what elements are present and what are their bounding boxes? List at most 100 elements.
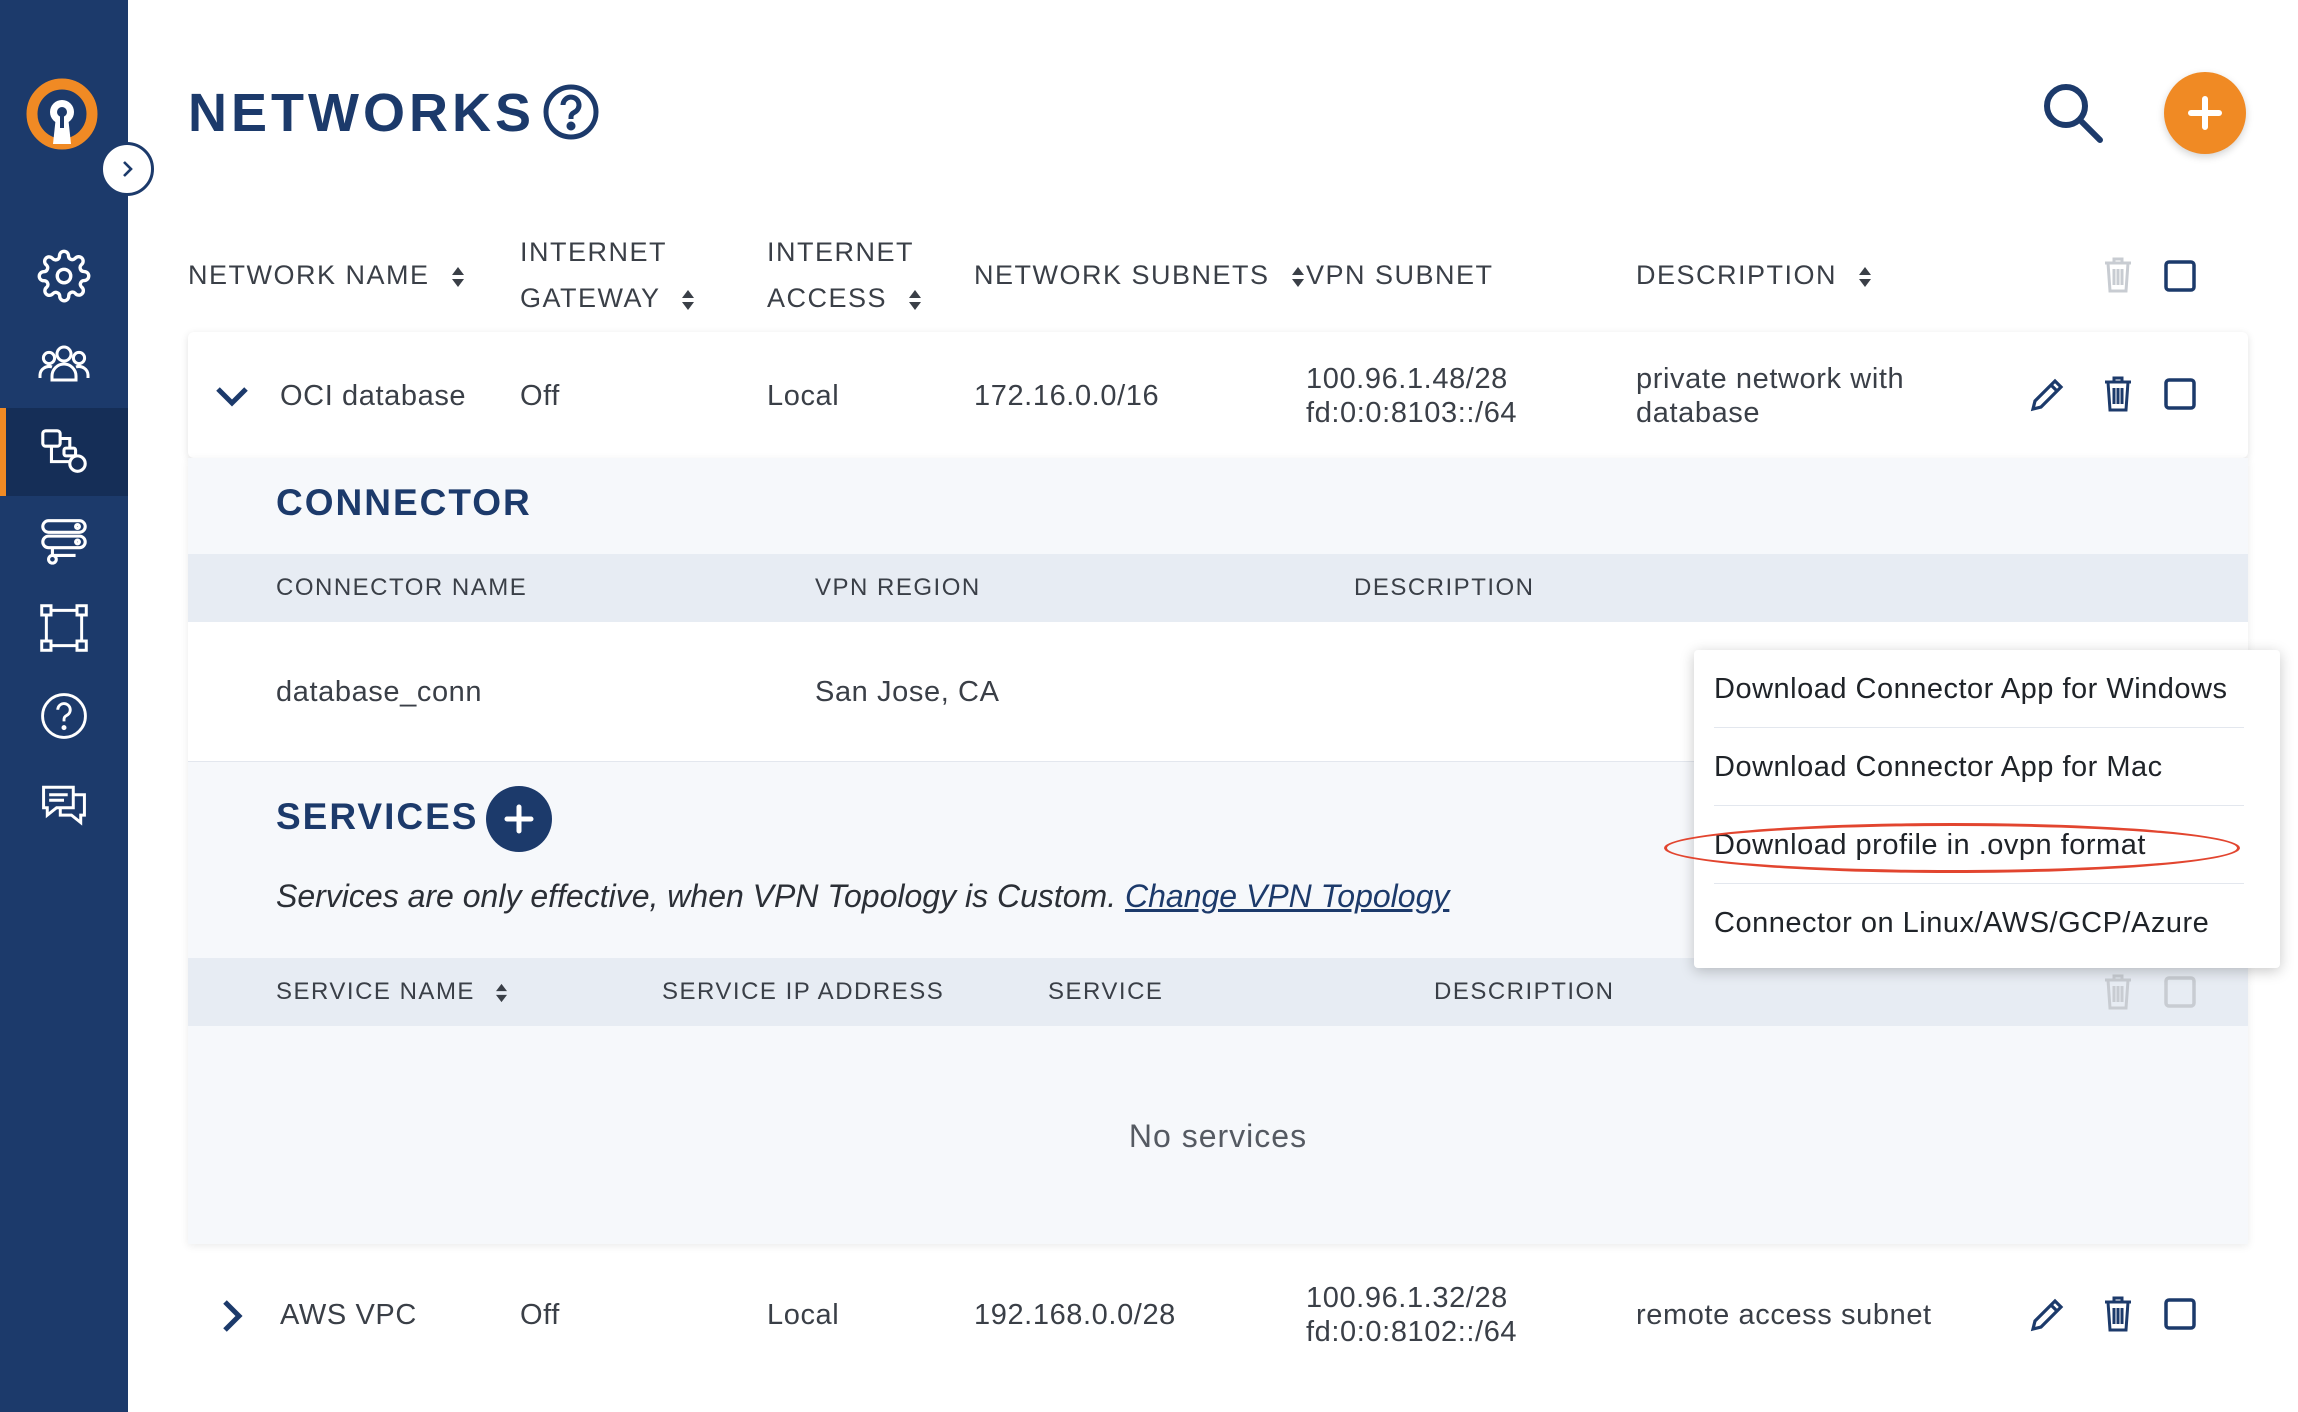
services-bulk-delete-button[interactable]	[2098, 970, 2138, 1014]
help-icon[interactable]	[542, 83, 600, 141]
delete-button[interactable]	[2098, 1292, 2138, 1336]
col-internet-gateway[interactable]: INTERNET GATEWAY	[520, 229, 695, 321]
col-connector-name: CONNECTOR NAME	[276, 574, 528, 601]
menu-item-download-mac[interactable]: Download Connector App for Mac	[1714, 728, 2244, 806]
internet-gateway: Off	[520, 1299, 560, 1331]
services-table-header: SERVICE NAME SERVICE IP ADDRESS SERVICE …	[188, 958, 2248, 1026]
vpn-subnet: 100.96.1.32/28 fd:0:0:8102::/64	[1306, 1281, 1517, 1349]
col-network-name-label: NETWORK NAME	[188, 260, 430, 290]
menu-item-connector-linux[interactable]: Connector on Linux/AWS/GCP/Azure	[1714, 884, 2244, 962]
sort-icon	[1859, 266, 1872, 287]
pencil-icon	[2030, 1298, 2064, 1332]
network-subnets: 172.16.0.0/16	[974, 380, 1160, 412]
col-internet-access[interactable]: INTERNET ACCESS	[767, 229, 922, 321]
network-name: AWS VPC	[280, 1299, 417, 1331]
description: remote access subnet	[1636, 1299, 1932, 1331]
row-checkbox[interactable]	[2160, 1294, 2200, 1334]
empty-state: No services	[1128, 1118, 1308, 1154]
table-row[interactable]: AWS VPC Off Local 192.168.0.0/28 100.96.…	[188, 1252, 2248, 1378]
edit-button[interactable]	[2026, 372, 2070, 416]
sidebar-item-gateways[interactable]	[0, 496, 128, 584]
internet-access: Local	[767, 380, 840, 412]
vpn-subnet-ipv4: 100.96.1.48/28	[1306, 363, 1508, 395]
bulk-delete-button[interactable]	[2098, 252, 2138, 298]
network-subnets: 192.168.0.0/28	[974, 1299, 1176, 1331]
expand-row-button[interactable]	[212, 1294, 252, 1338]
trash-icon	[2105, 1296, 2131, 1332]
description-line-1: private network with	[1636, 363, 1905, 395]
col-vpn-subnet: VPN SUBNET	[1306, 260, 1494, 290]
checkbox-icon	[2164, 260, 2196, 292]
search-icon	[2044, 84, 2103, 143]
users-icon	[38, 345, 90, 382]
vpn-subnet-ipv4: 100.96.1.32/28	[1306, 1282, 1508, 1314]
add-service-button[interactable]	[486, 786, 552, 852]
chevron-right-icon	[123, 161, 133, 177]
trash-icon	[2105, 974, 2131, 1010]
trash-icon	[2105, 376, 2131, 412]
sort-icon	[909, 289, 922, 310]
vpn-subnet: 100.96.1.48/28 fd:0:0:8103::/64	[1306, 362, 1517, 430]
sort-icon	[1291, 266, 1304, 287]
plus-icon	[504, 804, 534, 834]
topology-icon	[40, 604, 88, 652]
connector-table-header: CONNECTOR NAME VPN REGION DESCRIPTION	[188, 554, 2248, 622]
col-internet-gateway-label-1: INTERNET	[520, 237, 667, 267]
connector-name: database_conn	[276, 676, 483, 708]
services-note: Services are only effective, when VPN To…	[276, 878, 1449, 915]
sidebar	[0, 0, 128, 1412]
sort-icon	[682, 289, 695, 310]
col-internet-access-label-2: ACCESS	[767, 283, 888, 313]
page-title: NETWORKS	[188, 83, 535, 143]
col-internet-access-label-1: INTERNET	[767, 237, 914, 267]
help-icon	[41, 693, 87, 739]
sidebar-item-help[interactable]	[0, 672, 128, 760]
network-name: OCI database	[280, 380, 467, 412]
menu-item-download-windows[interactable]: Download Connector App for Windows	[1714, 650, 2244, 728]
add-network-button[interactable]	[2164, 72, 2246, 154]
chevron-down-icon	[216, 387, 248, 407]
collapse-row-button[interactable]	[212, 376, 252, 416]
checkbox-icon	[2164, 1298, 2196, 1330]
internet-access: Local	[767, 1299, 840, 1331]
col-network-name[interactable]: NETWORK NAME	[188, 252, 465, 298]
description-line-2: database	[1636, 397, 1761, 429]
sidebar-item-users[interactable]	[0, 320, 128, 408]
table-row[interactable]: OCI database Off Local 172.16.0.0/16 100…	[188, 332, 2248, 458]
col-service-name[interactable]: SERVICE NAME	[276, 958, 508, 1026]
sort-icon	[451, 266, 464, 287]
services-section-title: SERVICES	[276, 796, 479, 837]
network-icon	[41, 429, 87, 473]
pencil-icon	[2030, 378, 2064, 412]
delete-button[interactable]	[2098, 372, 2138, 416]
sidebar-expand-button[interactable]	[100, 142, 154, 196]
highlight-annotation	[1664, 823, 2240, 873]
col-description[interactable]: DESCRIPTION	[1636, 252, 1872, 298]
checkbox-icon	[2164, 378, 2196, 410]
connector-actions-menu: Download Connector App for Windows Downl…	[1694, 650, 2280, 968]
sidebar-item-networks[interactable]	[0, 408, 128, 496]
sidebar-item-topology[interactable]	[0, 584, 128, 672]
chat-icon	[42, 785, 86, 826]
trash-icon	[2105, 257, 2131, 293]
services-select-all-checkbox[interactable]	[2160, 972, 2200, 1012]
search-button[interactable]	[2040, 80, 2106, 146]
sort-icon	[496, 983, 508, 1002]
chevron-right-icon	[223, 1300, 243, 1332]
col-service-ip: SERVICE IP ADDRESS	[662, 978, 945, 1005]
connector-region: San Jose, CA	[815, 676, 1000, 708]
select-all-checkbox[interactable]	[2160, 256, 2200, 296]
change-vpn-topology-link[interactable]: Change VPN Topology	[1125, 878, 1449, 914]
edit-button[interactable]	[2026, 1292, 2070, 1336]
plus-icon	[2188, 96, 2222, 130]
openvpn-logo	[24, 76, 100, 152]
col-service-name-label: SERVICE NAME	[276, 978, 475, 1005]
col-service-description: DESCRIPTION	[1434, 978, 1615, 1005]
col-vpn-region: VPN REGION	[815, 574, 981, 601]
sidebar-item-feedback[interactable]	[0, 760, 128, 848]
services-note-text: Services are only effective, when VPN To…	[276, 878, 1117, 914]
row-checkbox[interactable]	[2160, 374, 2200, 414]
sidebar-item-settings[interactable]	[0, 232, 128, 320]
vpn-subnet-ipv6: fd:0:0:8103::/64	[1306, 397, 1518, 429]
col-network-subnets[interactable]: NETWORK SUBNETS	[974, 252, 1305, 298]
